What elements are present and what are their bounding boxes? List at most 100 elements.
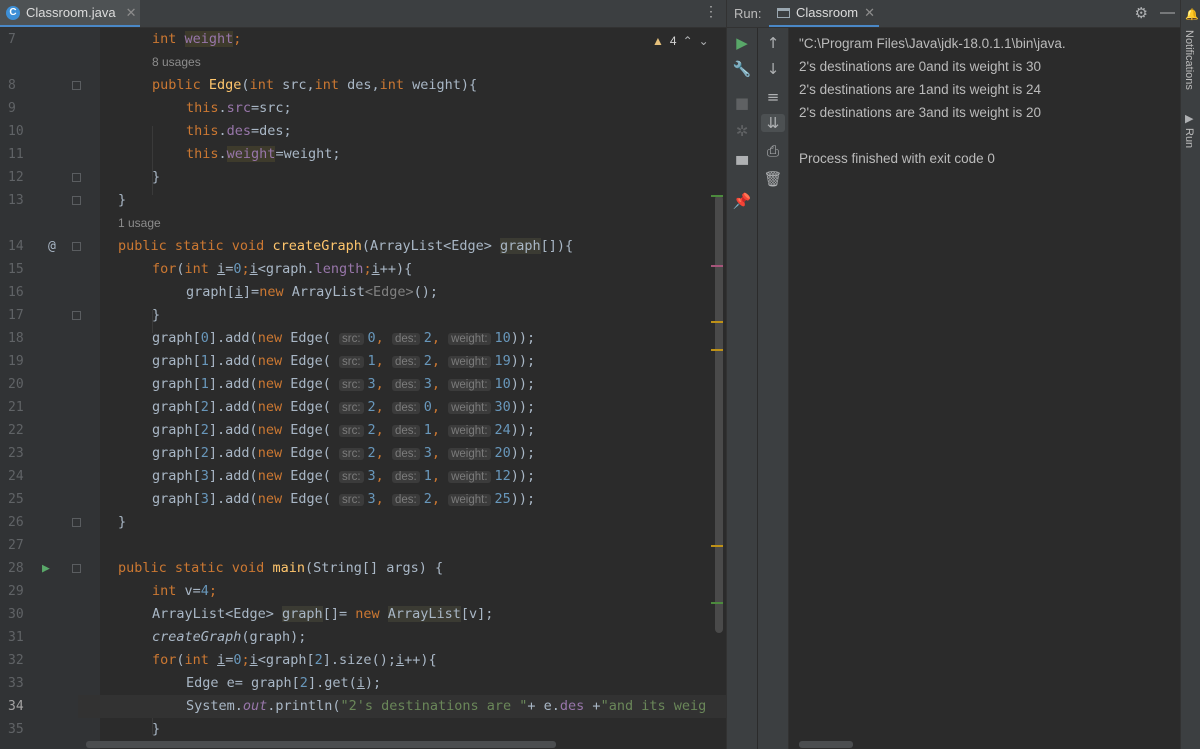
line-number[interactable]: 25 (8, 488, 38, 511)
override-annotation-icon[interactable]: @ (48, 235, 56, 258)
line-number[interactable]: 24 (8, 465, 38, 488)
code-line: public static void createGraph(ArrayList… (118, 238, 574, 254)
line-number[interactable]: 31 (8, 626, 38, 649)
run-icon[interactable]: ▶ (1185, 112, 1193, 125)
minimize-icon[interactable]: — (1160, 4, 1175, 22)
soft-wrap-icon[interactable]: ≡ (758, 88, 788, 106)
pin-icon[interactable]: 📌 (727, 192, 757, 210)
line-number[interactable]: 33 (8, 672, 38, 695)
console-line: 2's destinations are 1and its weight is … (799, 82, 1041, 97)
code-line: this.src=src; (186, 100, 292, 116)
line-number[interactable]: 19 (8, 350, 38, 373)
horizontal-scrollbar[interactable] (86, 741, 556, 748)
code-area[interactable]: int weight; 8 usages public Edge(int src… (78, 28, 726, 749)
code-line: int v=4; (152, 583, 218, 599)
current-code-line[interactable]: System.out.println("2's destinations are… (78, 695, 726, 718)
run-tool-button[interactable]: Run (1183, 128, 1195, 148)
fold-marker-icon[interactable] (72, 518, 81, 527)
vertical-scrollbar[interactable] (715, 195, 723, 633)
line-number[interactable]: 28 (8, 557, 38, 580)
fold-marker-icon[interactable] (72, 564, 81, 573)
line-number[interactable]: 29 (8, 580, 38, 603)
close-icon[interactable]: ✕ (864, 5, 875, 21)
print-icon[interactable]: ⎙ (758, 142, 788, 160)
stop-icon[interactable]: ■ (727, 94, 757, 112)
warning-marker[interactable] (711, 321, 723, 323)
scroll-to-end-icon[interactable]: ⇊ (761, 114, 785, 132)
fold-marker-icon[interactable] (72, 196, 81, 205)
run-tab-label: Classroom (796, 5, 859, 20)
close-icon[interactable]: ✕ (126, 5, 137, 21)
tab-classroom-run[interactable]: Classroom ✕ (769, 0, 879, 27)
line-number[interactable]: 12 (8, 166, 38, 189)
code-line: ArrayList<Edge> graph[]= new ArrayList[v… (152, 606, 494, 622)
line-number[interactable]: 20 (8, 373, 38, 396)
layout-icon[interactable]: ▀ (727, 156, 757, 174)
run-tool-window: Run: Classroom ✕ ⚙ — ▶ 🔧 ■ ✲ ▀ 📌 ↑ ↓ ≡ ⇊… (726, 0, 1181, 749)
change-marker[interactable] (711, 195, 723, 197)
code-line: } (152, 169, 161, 185)
notifications-tool-button[interactable]: Notifications (1183, 30, 1195, 90)
code-line: for(int i=0;i<graph[2].size();i++){ (152, 652, 437, 668)
fold-marker-icon[interactable] (72, 173, 81, 182)
line-number[interactable]: 8 (8, 74, 38, 97)
line-number[interactable]: 14 (8, 235, 38, 258)
code-line: public Edge(int src,int des,int weight){ (152, 77, 478, 93)
line-number[interactable]: 30 (8, 603, 38, 626)
console-output[interactable]: "C:\Program Files\Java\jdk-18.0.1.1\bin\… (789, 28, 1181, 749)
error-marker[interactable] (711, 265, 723, 267)
console-horizontal-scrollbar[interactable] (799, 741, 853, 748)
usages-hint[interactable]: 8 usages (152, 51, 201, 74)
code-line: public static void main(String[] args) { (118, 560, 444, 576)
line-number[interactable]: 13 (8, 189, 38, 212)
arrow-up-icon[interactable]: ↑ (758, 34, 788, 52)
line-number[interactable]: 11 (8, 143, 38, 166)
more-options-icon[interactable]: ⋮ (704, 4, 718, 20)
fold-marker-icon[interactable] (72, 311, 81, 320)
run-toolbar-primary: ▶ 🔧 ■ ✲ ▀ 📌 (727, 28, 757, 749)
warning-marker[interactable] (711, 349, 723, 351)
line-number[interactable]: 23 (8, 442, 38, 465)
code-line: graph[i]=new ArrayList<Edge>(); (186, 284, 439, 300)
line-number[interactable]: 10 (8, 120, 38, 143)
line-number[interactable]: 17 (8, 304, 38, 327)
line-number-gutter[interactable]: 7 8 9 10 11 12 13 14 15 16 17 18 19 20 21 22 23 24 25 26 27 2… (0, 28, 100, 749)
debug-icon[interactable]: ✲ (727, 122, 757, 140)
line-number[interactable]: 32 (8, 649, 38, 672)
bell-icon[interactable]: 🔔 (1185, 8, 1199, 21)
tab-classroom-java[interactable]: C Classroom.java ✕ (0, 0, 140, 27)
change-marker[interactable] (711, 602, 723, 604)
gear-icon[interactable]: ⚙ (1135, 4, 1148, 22)
wrench-icon[interactable]: 🔧 (727, 60, 757, 78)
code-line: this.des=des; (186, 123, 292, 139)
code-line: } (152, 307, 161, 323)
inspection-widget[interactable]: ▲ 4 ⌃ ⌄ (652, 34, 709, 48)
run-main-icon[interactable]: ▶ (42, 557, 50, 580)
arrow-down-icon[interactable]: ↓ (758, 60, 788, 78)
console-icon (777, 7, 790, 18)
code-line: createGraph(graph); (152, 629, 307, 645)
line-number[interactable]: 7 (8, 28, 38, 51)
warning-icon: ▲ (652, 34, 664, 48)
code-line: for(int i=0;i<graph.length;i++){ (152, 261, 413, 277)
code-line: graph[1].add(new Edge( src: 1, des: 2, wei… (152, 353, 536, 369)
line-number[interactable]: 21 (8, 396, 38, 419)
chevron-up-icon[interactable]: ⌃ (683, 34, 693, 48)
line-number[interactable]: 15 (8, 258, 38, 281)
line-number[interactable]: 16 (8, 281, 38, 304)
usages-hint[interactable]: 1 usage (118, 212, 161, 235)
line-number[interactable]: 35 (8, 718, 38, 741)
rerun-icon[interactable]: ▶ (727, 34, 757, 52)
chevron-down-icon[interactable]: ⌄ (699, 34, 709, 48)
line-number[interactable]: 34 (8, 695, 38, 718)
line-number[interactable]: 22 (8, 419, 38, 442)
code-editor[interactable]: C Classroom.java ✕ ⋮ 7 8 9 10 11 12 13 14 15 16 17… (0, 0, 726, 749)
line-number[interactable]: 26 (8, 511, 38, 534)
line-number[interactable]: 9 (8, 97, 38, 120)
line-number[interactable]: 18 (8, 327, 38, 350)
warning-marker[interactable] (711, 545, 723, 547)
fold-marker-icon[interactable] (72, 81, 81, 90)
trash-icon[interactable]: 🗑 (758, 170, 788, 188)
fold-marker-icon[interactable] (72, 242, 81, 251)
line-number[interactable]: 27 (8, 534, 38, 557)
